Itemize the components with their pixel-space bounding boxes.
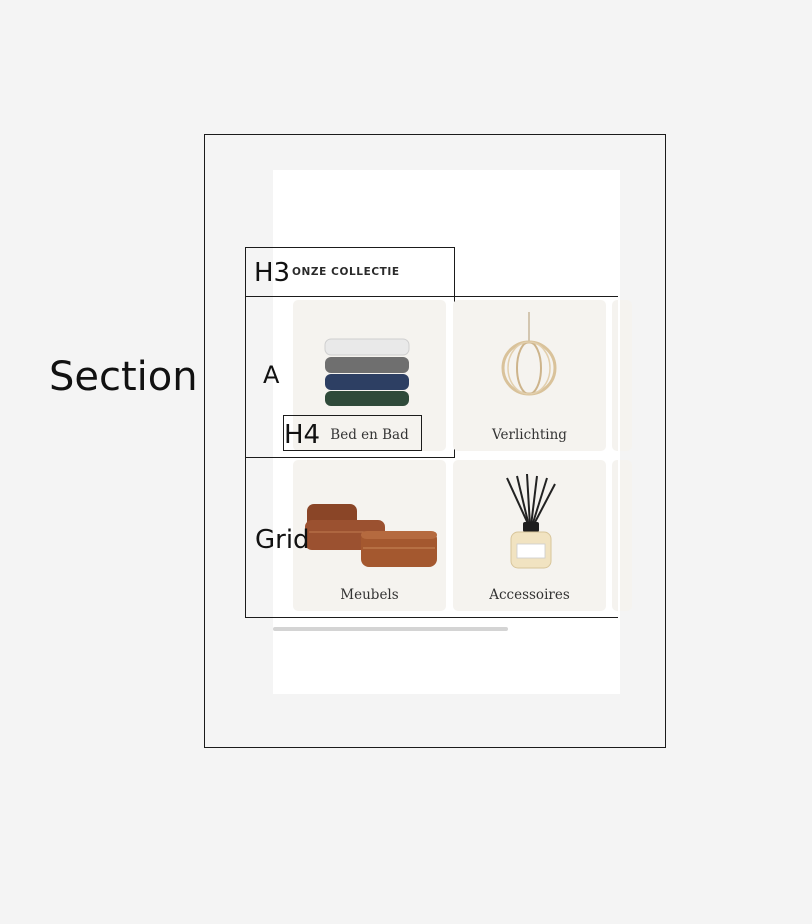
annotation-a-label: A: [263, 361, 280, 389]
card-label: Meubels: [340, 587, 399, 603]
collection-card-meubels[interactable]: Meubels: [293, 460, 446, 611]
collection-heading: ONZE COLLECTIE: [292, 266, 400, 278]
horizontal-scrollbar[interactable]: [273, 627, 508, 631]
annotation-section-label: Section: [49, 354, 198, 400]
page-right-edge: [618, 296, 620, 618]
collection-card-accessoires[interactable]: Accessoires: [453, 460, 606, 611]
reed-diffuser-icon: [506, 474, 556, 569]
collection-card-partial: [612, 460, 632, 611]
towel-stack-icon: [324, 338, 410, 406]
annotation-h3-label: H3: [254, 258, 291, 288]
collection-card-partial: [612, 300, 632, 451]
card-label: Accessoires: [489, 587, 570, 603]
annotation-grid-label: Grid: [255, 525, 310, 555]
pendant-lamp-icon: [501, 312, 557, 396]
leather-pouf-icon: [305, 504, 437, 567]
card-label: Verlichting: [492, 427, 567, 443]
annotation-h4-label: H4: [284, 420, 321, 450]
collection-card-verlichting[interactable]: Verlichting: [453, 300, 606, 451]
